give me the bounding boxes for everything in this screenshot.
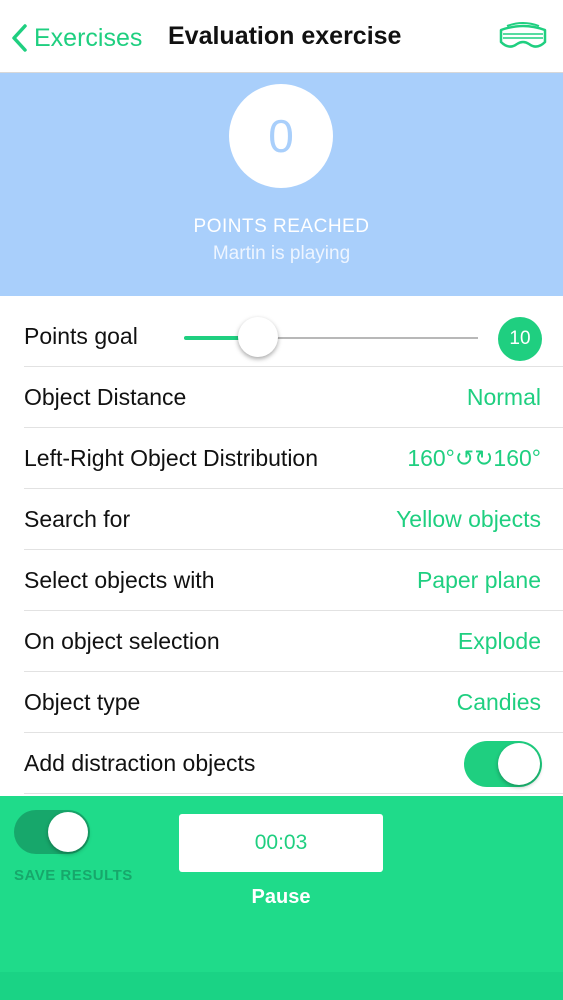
distribution-value[interactable]: 160°↺↻160° [407,445,541,472]
points-goal-badge: 10 [498,317,542,361]
distraction-label: Add distraction objects [24,750,256,776]
distraction-toggle[interactable] [464,741,542,787]
object-type-label: Object type [24,689,141,715]
timer-value: 00:03 [254,831,308,854]
save-results-label: SAVE RESULTS [14,867,133,884]
object-type-row[interactable]: Object type Candies [24,672,563,733]
on-selection-label: On object selection [24,628,220,654]
vr-headset-icon[interactable] [497,20,549,56]
bottom-strip [0,972,563,1000]
points-goal-label: Points goal [24,323,138,349]
bottom-control-panel: SAVE RESULTS 00:03 Pause [0,796,563,972]
screen: Exercises Evaluation exercise 0 POINTS R… [0,0,563,1000]
search-for-row[interactable]: Search for Yellow objects [24,489,563,550]
player-status: Martin is playing [212,243,351,264]
save-results-toggle[interactable] [14,810,90,854]
save-results-toggle-knob [48,812,88,852]
points-goal-slider[interactable] [184,317,478,357]
pause-button[interactable]: Pause [179,886,383,909]
settings-list: Points goal 10 Object Distance Normal Le… [0,306,563,794]
points-goal-row: Points goal 10 [24,306,563,367]
back-button-label: Exercises [34,23,143,52]
score-circle: 0 [229,84,333,188]
distraction-row: Add distraction objects [24,733,563,794]
chevron-left-icon [10,23,28,53]
distribution-row[interactable]: Left-Right Object Distribution 160°↺↻160… [24,428,563,489]
search-for-value[interactable]: Yellow objects [396,506,541,533]
distribution-label: Left-Right Object Distribution [24,445,319,471]
select-with-row[interactable]: Select objects with Paper plane [24,550,563,611]
object-distance-row[interactable]: Object Distance Normal [24,367,563,428]
on-selection-row[interactable]: On object selection Explode [24,611,563,672]
select-with-label: Select objects with [24,567,215,593]
timer-display: 00:03 [179,814,383,872]
on-selection-value[interactable]: Explode [458,628,541,655]
points-reached-label: POINTS REACHED [193,216,370,237]
page-title: Evaluation exercise [168,22,402,50]
object-distance-label: Object Distance [24,384,187,410]
select-with-value[interactable]: Paper plane [417,567,541,594]
distraction-toggle-knob [498,743,540,785]
score-value: 0 [268,110,294,162]
object-type-value[interactable]: Candies [457,689,541,716]
points-goal-value: 10 [509,328,531,349]
slider-thumb[interactable] [237,317,278,357]
object-distance-value[interactable]: Normal [467,384,541,411]
search-for-label: Search for [24,506,131,532]
navigation-bar: Exercises Evaluation exercise [0,0,563,73]
back-button[interactable]: Exercises [10,18,142,58]
score-panel: 0 POINTS REACHED Martin is playing [0,73,563,296]
